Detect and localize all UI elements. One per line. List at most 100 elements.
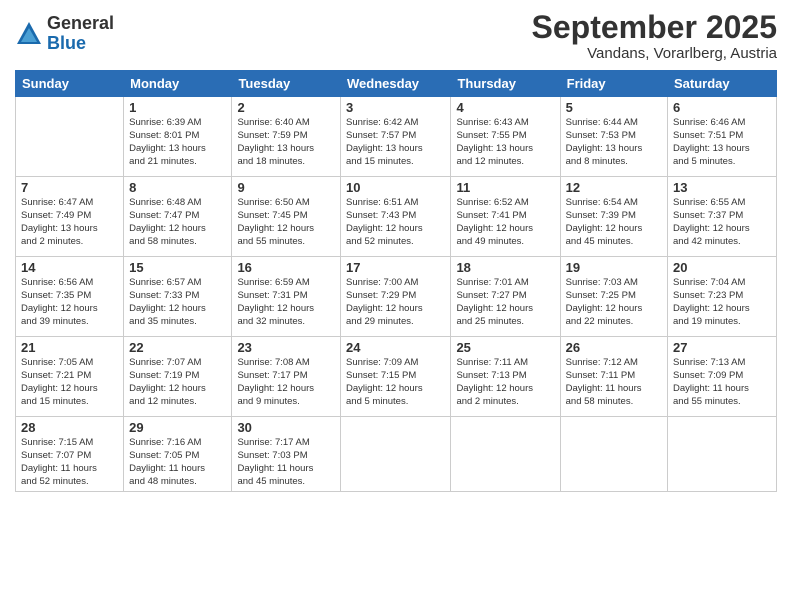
day-info: Sunrise: 6:51 AM Sunset: 7:43 PM Dayligh… (346, 197, 445, 248)
calendar-cell: 10 Sunrise: 6:51 AM Sunset: 7:43 PM Dayli… (341, 177, 451, 257)
day-number: 22 (129, 340, 226, 355)
calendar-cell: 20Sunrise: 7:04 AM Sunset: 7:23 PM Dayli… (668, 257, 777, 337)
calendar-cell: 21 Sunrise: 7:05 AM Sunset: 7:21 PM Dayli… (16, 337, 124, 417)
day-header-wednesday: Wednesday (341, 71, 451, 97)
calendar-cell: 24Sunrise: 7:09 AM Sunset: 7:15 PM Dayli… (341, 337, 451, 417)
calendar-cell: 2Sunrise: 6:40 AM Sunset: 7:59 PM Daylig… (232, 97, 341, 177)
day-number: 10 (346, 180, 445, 195)
calendar-cell: 19 Sunrise: 7:03 AM Sunset: 7:25 PM Dayli… (560, 257, 667, 337)
day-info: Sunrise: 6:55 AM Sunset: 7:37 PM Dayligh… (673, 197, 771, 248)
calendar-cell: 16 Sunrise: 6:59 AM Sunset: 7:31 PM Dayli… (232, 257, 341, 337)
logo: General Blue (15, 14, 114, 54)
calendar-cell: 6 Sunrise: 6:46 AM Sunset: 7:51 PM Daylig… (668, 97, 777, 177)
day-number: 15 (129, 260, 226, 275)
day-info: Sunrise: 6:42 AM Sunset: 7:57 PM Dayligh… (346, 117, 445, 168)
calendar-cell (451, 417, 560, 492)
day-info: Sunrise: 7:12 AM Sunset: 7:11 PM Dayligh… (566, 357, 662, 408)
calendar-cell: 1 Sunrise: 6:39 AM Sunset: 8:01 PM Daylig… (124, 97, 232, 177)
day-info: Sunrise: 7:17 AM Sunset: 7:03 PM Dayligh… (237, 437, 335, 488)
title-section: September 2025 Vandans, Vorarlberg, Aust… (532, 10, 777, 62)
day-info: Sunrise: 7:07 AM Sunset: 7:19 PM Dayligh… (129, 357, 226, 408)
week-row-3: 14 Sunrise: 6:56 AM Sunset: 7:35 PM Dayli… (16, 257, 777, 337)
day-number: 27 (673, 340, 771, 355)
day-info: Sunrise: 6:59 AM Sunset: 7:31 PM Dayligh… (237, 277, 335, 328)
day-number: 7 (21, 180, 118, 195)
day-header-friday: Friday (560, 71, 667, 97)
day-info: Sunrise: 6:48 AM Sunset: 7:47 PM Dayligh… (129, 197, 226, 248)
calendar-cell (341, 417, 451, 492)
calendar-cell: 28 Sunrise: 7:15 AM Sunset: 7:07 PM Dayli… (16, 417, 124, 492)
day-number: 14 (21, 260, 118, 275)
calendar-cell: 26 Sunrise: 7:12 AM Sunset: 7:11 PM Dayli… (560, 337, 667, 417)
calendar-cell: 8Sunrise: 6:48 AM Sunset: 7:47 PM Daylig… (124, 177, 232, 257)
calendar-cell: 5 Sunrise: 6:44 AM Sunset: 7:53 PM Daylig… (560, 97, 667, 177)
day-number: 21 (21, 340, 118, 355)
calendar-cell: 4 Sunrise: 6:43 AM Sunset: 7:55 PM Daylig… (451, 97, 560, 177)
day-info: Sunrise: 6:46 AM Sunset: 7:51 PM Dayligh… (673, 117, 771, 168)
day-number: 23 (237, 340, 335, 355)
calendar-cell: 23 Sunrise: 7:08 AM Sunset: 7:17 PM Dayli… (232, 337, 341, 417)
day-number: 19 (566, 260, 662, 275)
day-number: 20 (673, 260, 771, 275)
calendar-cell: 13 Sunrise: 6:55 AM Sunset: 7:37 PM Dayli… (668, 177, 777, 257)
logo-general: General (47, 14, 114, 34)
day-info: Sunrise: 7:09 AM Sunset: 7:15 PM Dayligh… (346, 357, 445, 408)
week-row-2: 7 Sunrise: 6:47 AM Sunset: 7:49 PM Daylig… (16, 177, 777, 257)
calendar-cell: 17Sunrise: 7:00 AM Sunset: 7:29 PM Dayli… (341, 257, 451, 337)
calendar-cell (16, 97, 124, 177)
day-number: 3 (346, 100, 445, 115)
header: General Blue September 2025 Vandans, Vor… (15, 10, 777, 62)
calendar-cell: 3 Sunrise: 6:42 AM Sunset: 7:57 PM Daylig… (341, 97, 451, 177)
calendar: SundayMondayTuesdayWednesdayThursdayFrid… (15, 70, 777, 492)
day-number: 2 (237, 100, 335, 115)
calendar-cell: 9 Sunrise: 6:50 AM Sunset: 7:45 PM Daylig… (232, 177, 341, 257)
day-info: Sunrise: 7:00 AM Sunset: 7:29 PM Dayligh… (346, 277, 445, 328)
day-info: Sunrise: 7:15 AM Sunset: 7:07 PM Dayligh… (21, 437, 118, 488)
calendar-cell: 15Sunrise: 6:57 AM Sunset: 7:33 PM Dayli… (124, 257, 232, 337)
day-info: Sunrise: 6:50 AM Sunset: 7:45 PM Dayligh… (237, 197, 335, 248)
page: General Blue September 2025 Vandans, Vor… (0, 0, 792, 612)
day-number: 25 (456, 340, 554, 355)
day-header-sunday: Sunday (16, 71, 124, 97)
calendar-cell: 22 Sunrise: 7:07 AM Sunset: 7:19 PM Dayli… (124, 337, 232, 417)
day-header-thursday: Thursday (451, 71, 560, 97)
calendar-cell (668, 417, 777, 492)
day-number: 5 (566, 100, 662, 115)
day-number: 26 (566, 340, 662, 355)
day-number: 30 (237, 420, 335, 435)
calendar-cell: 25Sunrise: 7:11 AM Sunset: 7:13 PM Dayli… (451, 337, 560, 417)
calendar-cell (560, 417, 667, 492)
day-header-tuesday: Tuesday (232, 71, 341, 97)
logo-text: General Blue (47, 14, 114, 54)
day-number: 1 (129, 100, 226, 115)
logo-icon (15, 20, 43, 48)
day-header-monday: Monday (124, 71, 232, 97)
calendar-cell: 12Sunrise: 6:54 AM Sunset: 7:39 PM Dayli… (560, 177, 667, 257)
logo-blue: Blue (47, 34, 114, 54)
day-number: 16 (237, 260, 335, 275)
calendar-cell: 7 Sunrise: 6:47 AM Sunset: 7:49 PM Daylig… (16, 177, 124, 257)
day-info: Sunrise: 6:39 AM Sunset: 8:01 PM Dayligh… (129, 117, 226, 168)
day-info: Sunrise: 6:47 AM Sunset: 7:49 PM Dayligh… (21, 197, 118, 248)
day-info: Sunrise: 6:52 AM Sunset: 7:41 PM Dayligh… (456, 197, 554, 248)
day-info: Sunrise: 7:05 AM Sunset: 7:21 PM Dayligh… (21, 357, 118, 408)
week-row-5: 28 Sunrise: 7:15 AM Sunset: 7:07 PM Dayli… (16, 417, 777, 492)
day-number: 6 (673, 100, 771, 115)
day-info: Sunrise: 6:44 AM Sunset: 7:53 PM Dayligh… (566, 117, 662, 168)
month-title: September 2025 (532, 10, 777, 45)
day-info: Sunrise: 6:56 AM Sunset: 7:35 PM Dayligh… (21, 277, 118, 328)
day-number: 13 (673, 180, 771, 195)
location: Vandans, Vorarlberg, Austria (532, 45, 777, 62)
header-row: SundayMondayTuesdayWednesdayThursdayFrid… (16, 71, 777, 97)
calendar-cell: 27Sunrise: 7:13 AM Sunset: 7:09 PM Dayli… (668, 337, 777, 417)
day-info: Sunrise: 6:43 AM Sunset: 7:55 PM Dayligh… (456, 117, 554, 168)
day-number: 28 (21, 420, 118, 435)
day-info: Sunrise: 7:03 AM Sunset: 7:25 PM Dayligh… (566, 277, 662, 328)
day-info: Sunrise: 7:16 AM Sunset: 7:05 PM Dayligh… (129, 437, 226, 488)
day-number: 4 (456, 100, 554, 115)
calendar-cell: 14 Sunrise: 6:56 AM Sunset: 7:35 PM Dayli… (16, 257, 124, 337)
day-info: Sunrise: 7:08 AM Sunset: 7:17 PM Dayligh… (237, 357, 335, 408)
calendar-cell: 29 Sunrise: 7:16 AM Sunset: 7:05 PM Dayli… (124, 417, 232, 492)
day-number: 29 (129, 420, 226, 435)
day-number: 9 (237, 180, 335, 195)
